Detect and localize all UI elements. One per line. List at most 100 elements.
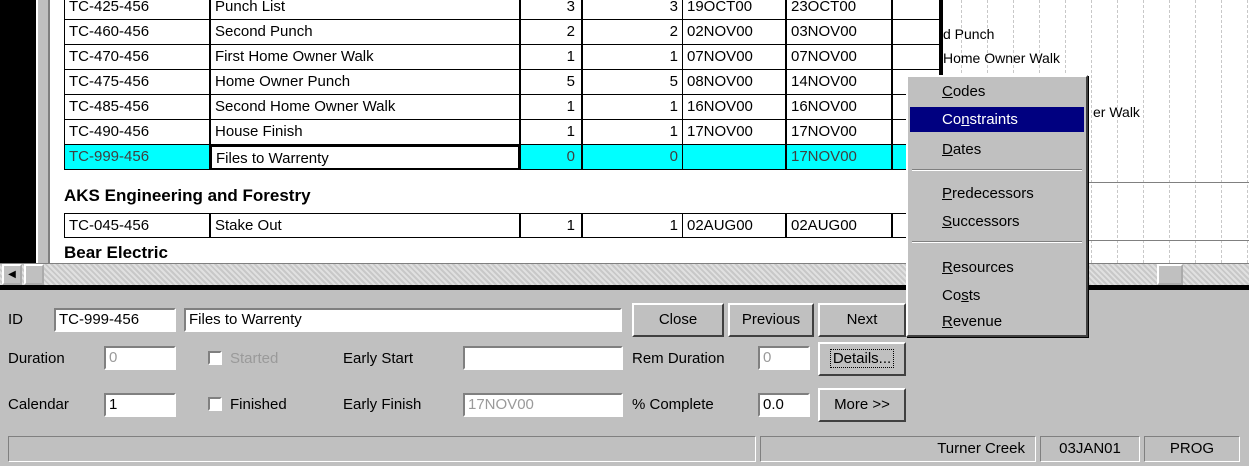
previous-button[interactable]: Previous	[728, 303, 814, 337]
more-button[interactable]: More >>	[818, 388, 906, 422]
early-start-cell[interactable]: 08NOV00	[682, 70, 786, 95]
activity-name-cell[interactable]: Second Punch	[210, 20, 520, 45]
early-start-cell[interactable]: 02AUG00	[682, 213, 786, 238]
activity-id-cell[interactable]: TC-045-456	[64, 213, 210, 238]
remaining-duration-cell[interactable]: 0	[582, 145, 682, 170]
early-start-field[interactable]	[463, 346, 623, 370]
duration-field[interactable]: 0	[104, 346, 176, 370]
remaining-duration-cell[interactable]: 1	[582, 213, 682, 238]
pct-complete-field[interactable]: 0.0	[758, 393, 810, 417]
next-button[interactable]: Next	[818, 303, 906, 337]
activity-name-field[interactable]: Files to Warrenty	[184, 308, 622, 332]
original-duration-cell[interactable]: 0	[520, 145, 582, 170]
early-finish-cell[interactable]: 23OCT00	[786, 0, 892, 20]
activity-name-cell[interactable]: Files to Warrenty	[210, 145, 520, 170]
gantt-bar-label: d Punch	[943, 26, 995, 42]
menu-item-resources[interactable]: Resources	[910, 255, 1084, 280]
early-finish-cell[interactable]: 07NOV00	[786, 45, 892, 70]
early-finish-cell[interactable]: 16NOV00	[786, 95, 892, 120]
pct-complete-label: % Complete	[632, 396, 714, 413]
activity-id-cell[interactable]: TC-485-456	[64, 95, 210, 120]
table-row[interactable]: TC-045-456 Stake Out 1 1 02AUG00 02AUG00	[64, 213, 940, 238]
menu-item-costs[interactable]: Costs	[910, 283, 1084, 308]
activity-id-cell[interactable]: TC-475-456	[64, 70, 210, 95]
menu-item-predecessors[interactable]: Predecessors	[910, 181, 1084, 206]
remaining-duration-cell[interactable]: 2	[582, 20, 682, 45]
table-row[interactable]: TC-460-456 Second Punch 2 2 02NOV00 03NOV00	[64, 20, 940, 45]
id-field[interactable]: TC-999-456	[54, 308, 176, 332]
details-button[interactable]: Details...	[818, 342, 906, 376]
menu-item-successors[interactable]: Successors	[910, 209, 1084, 234]
original-duration-cell[interactable]: 1	[520, 120, 582, 145]
original-duration-cell[interactable]: 3	[520, 0, 582, 20]
remaining-duration-cell[interactable]: 1	[582, 120, 682, 145]
activity-name-cell[interactable]: Stake Out	[210, 213, 520, 238]
early-start-cell[interactable]: 19OCT00	[682, 0, 786, 20]
early-start-cell[interactable]: 17NOV00	[682, 120, 786, 145]
remaining-duration-cell[interactable]: 1	[582, 95, 682, 120]
details-button-label: Details...	[829, 349, 895, 368]
early-finish-cell[interactable]: 03NOV00	[786, 20, 892, 45]
activity-table[interactable]: TC-425-456 Punch List 3 3 19OCT00 23OCT00 TC-4…	[50, 0, 940, 263]
early-finish-cell[interactable]: 02AUG00	[786, 213, 892, 238]
finished-label: Finished	[230, 396, 287, 413]
close-button[interactable]: Close	[632, 303, 724, 337]
empty-cell[interactable]	[892, 20, 940, 45]
activity-id-cell[interactable]: TC-425-456	[64, 0, 210, 20]
started-checkbox[interactable]	[208, 351, 222, 365]
menu-item-constraints[interactable]: Constraints	[910, 107, 1084, 132]
menu-item-codes[interactable]: Codes	[910, 79, 1084, 104]
table-row[interactable]: TC-999-456 Files to Warrenty 0 0 17NOV00	[64, 145, 940, 170]
early-start-cell[interactable]: 16NOV00	[682, 95, 786, 120]
early-finish-field[interactable]: 17NOV00	[463, 393, 623, 417]
remaining-duration-cell[interactable]: 5	[582, 70, 682, 95]
early-finish-cell[interactable]: 17NOV00	[786, 120, 892, 145]
status-project: Turner Creek	[760, 436, 1036, 462]
activity-name-cell[interactable]: Punch List	[210, 0, 520, 20]
table-row[interactable]: TC-490-456 House Finish 1 1 17NOV00 17NOV00	[64, 120, 940, 145]
menu-item-revenue[interactable]: Revenue	[910, 309, 1084, 334]
remaining-duration-cell[interactable]: 3	[582, 0, 682, 20]
status-message	[8, 436, 756, 462]
activity-name-cell[interactable]: Second Home Owner Walk	[210, 95, 520, 120]
status-date: 03JAN01	[1040, 436, 1140, 462]
activity-id-cell[interactable]: TC-490-456	[64, 120, 210, 145]
activity-name-cell[interactable]: First Home Owner Walk	[210, 45, 520, 70]
scroll-left-button[interactable]: ◀	[2, 264, 22, 285]
id-label: ID	[8, 311, 23, 328]
early-start-cell[interactable]	[682, 145, 786, 170]
table-row[interactable]: TC-485-456 Second Home Owner Walk 1 1 16NOV0…	[64, 95, 940, 120]
early-finish-cell[interactable]: 17NOV00	[786, 145, 892, 170]
early-start-cell[interactable]: 02NOV00	[682, 20, 786, 45]
row-header-black-bar	[0, 0, 36, 263]
activity-name-cell[interactable]: Home Owner Punch	[210, 70, 520, 95]
table-row[interactable]: TC-470-456 First Home Owner Walk 1 1 07NOV00…	[64, 45, 940, 70]
menu-item-dates[interactable]: Dates	[910, 137, 1084, 162]
scroll-thumb-right[interactable]	[1157, 264, 1183, 285]
original-duration-cell[interactable]: 2	[520, 20, 582, 45]
early-start-label: Early Start	[343, 350, 414, 367]
activity-id-cell[interactable]: TC-470-456	[64, 45, 210, 70]
early-finish-cell[interactable]: 14NOV00	[786, 70, 892, 95]
early-start-cell[interactable]: 07NOV00	[682, 45, 786, 70]
table-row[interactable]: TC-425-456 Punch List 3 3 19OCT00 23OCT00	[64, 0, 940, 20]
activity-id-cell[interactable]: TC-460-456	[64, 20, 210, 45]
calendar-field[interactable]: 1	[104, 393, 176, 417]
gantt-bar-label: Home Owner Walk	[943, 50, 1060, 66]
original-duration-cell[interactable]: 1	[520, 45, 582, 70]
empty-cell[interactable]	[892, 45, 940, 70]
original-duration-cell[interactable]: 1	[520, 95, 582, 120]
rem-duration-field[interactable]: 0	[758, 346, 810, 370]
early-finish-label: Early Finish	[343, 396, 422, 413]
finished-checkbox[interactable]	[208, 397, 222, 411]
left-arrow-icon: ◀	[8, 269, 16, 280]
table-row[interactable]: TC-475-456 Home Owner Punch 5 5 08NOV00 14NOV…	[64, 70, 940, 95]
activity-id-cell[interactable]: TC-999-456	[64, 145, 210, 170]
original-duration-cell[interactable]: 5	[520, 70, 582, 95]
scroll-thumb-left[interactable]	[24, 264, 44, 285]
empty-cell[interactable]	[892, 0, 940, 20]
remaining-duration-cell[interactable]: 1	[582, 45, 682, 70]
activity-name-cell[interactable]: House Finish	[210, 120, 520, 145]
original-duration-cell[interactable]: 1	[520, 213, 582, 238]
gantt-bar-label: er Walk	[1093, 104, 1140, 120]
